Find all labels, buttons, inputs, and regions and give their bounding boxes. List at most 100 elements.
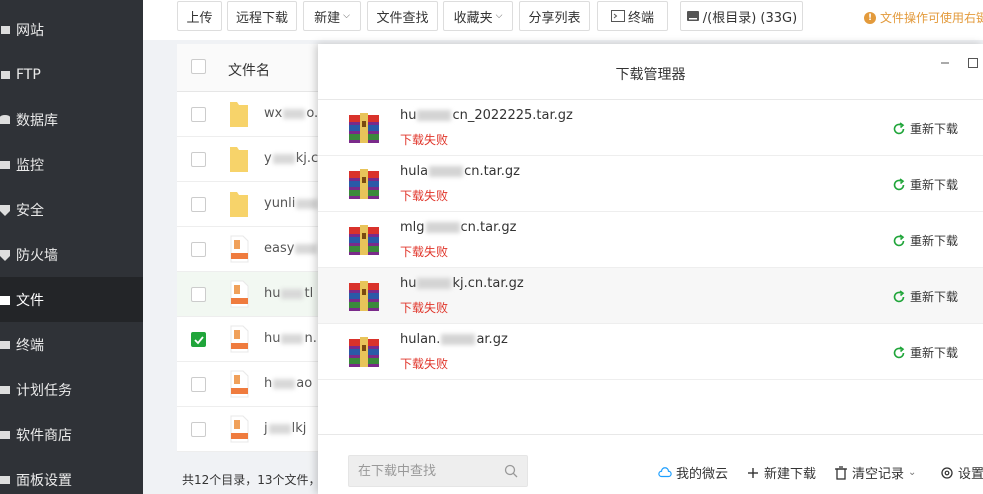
row-checkbox[interactable] (191, 152, 206, 167)
download-filename-start: hu (400, 276, 417, 291)
row-checkbox[interactable] (191, 332, 206, 347)
file-row[interactable]: hu tl (177, 272, 337, 317)
share-list-button[interactable]: 分享列表 (519, 1, 590, 31)
find-file-button[interactable]: 文件查找 (367, 1, 438, 31)
archive-icon (347, 167, 381, 201)
archive-icon (347, 335, 381, 369)
sidebar-item-website[interactable]: 网站 (0, 7, 143, 52)
redacted-text (268, 423, 291, 434)
download-manager-panel: 下载管理器 hu cn_2022225.tar.gz 下载失败 重新下载 hula cn.… (318, 44, 983, 494)
row-checkbox[interactable] (191, 197, 206, 212)
archive-file-icon (229, 370, 249, 398)
new-download-button[interactable]: 新建下载 (746, 463, 816, 482)
disk-icon (686, 9, 700, 23)
file-name[interactable]: y kj.c (264, 151, 318, 166)
redownload-button[interactable]: 重新下载 (892, 232, 958, 249)
download-search (348, 455, 528, 487)
download-manager-title: 下载管理器 (615, 67, 686, 83)
sidebar-item-store[interactable]: 软件商店 (0, 412, 143, 457)
settings-button[interactable]: 设置 (940, 463, 983, 482)
file-row[interactable]: hun.lczl (177, 317, 338, 362)
file-list: 文件名 wxo.lczl ykj.c yunlit easylkj hutl hun.lc… (177, 44, 339, 452)
monitor-icon (0, 158, 10, 172)
file-row[interactable]: wxo.lczl (177, 92, 339, 137)
store-icon (0, 428, 10, 442)
redacted-text (429, 166, 464, 177)
sidebar-item-files[interactable]: 文件 (0, 277, 143, 322)
file-list-header: 文件名 (177, 44, 337, 92)
terminal-label: 终端 (627, 10, 654, 26)
download-status: 下载失败 (400, 189, 449, 203)
file-row[interactable]: y kj.c (177, 137, 337, 182)
archive-file-icon (229, 280, 249, 308)
redownload-button[interactable]: 重新下载 (892, 288, 958, 305)
my-cloud-button[interactable]: 我的微云 (658, 463, 728, 482)
remote-download-label: 远程下载 (235, 10, 288, 26)
redownload-label: 重新下载 (910, 234, 959, 248)
download-status: 下载失败 (400, 357, 449, 371)
sidebar-item-firewall[interactable]: 防火墙 (0, 232, 143, 277)
file-name-start: hu (264, 286, 281, 301)
upload-button[interactable]: 上传 (177, 1, 222, 31)
row-checkbox[interactable] (191, 107, 206, 122)
file-row[interactable]: yunlit (177, 182, 337, 227)
download-item[interactable]: hulan. ar.gz 下载失败 重新下载 (318, 324, 983, 380)
sidebar-item-settings[interactable]: 面板设置 (0, 457, 143, 494)
file-name[interactable]: j lkj (264, 421, 306, 436)
redacted-text (296, 198, 319, 209)
archive-file-icon (229, 325, 249, 353)
folder-icon (229, 145, 249, 173)
redownload-label: 重新下载 (910, 346, 959, 360)
website-icon (0, 23, 10, 37)
row-checkbox[interactable] (191, 242, 206, 257)
sidebar-item-monitor[interactable]: 监控 (0, 142, 143, 187)
select-all-checkbox[interactable] (191, 59, 206, 74)
sidebar-item-ftp[interactable]: FTP (0, 52, 143, 97)
share-list-label: 分享列表 (528, 10, 581, 26)
file-name[interactable]: h ao (264, 376, 312, 391)
sidebar-item-terminal[interactable]: 终端 (0, 322, 143, 367)
sidebar-item-security[interactable]: 安全 (0, 187, 143, 232)
clear-records-label: 清空记录 (852, 467, 905, 482)
cloud-icon (658, 466, 672, 477)
search-icon[interactable] (504, 464, 518, 478)
archive-icon (347, 223, 381, 257)
file-row[interactable]: easylkj (177, 227, 337, 272)
gear-icon (0, 473, 10, 487)
reload-icon (892, 233, 906, 248)
redownload-button[interactable]: 重新下载 (892, 344, 958, 361)
file-name[interactable]: yunlit (264, 196, 325, 211)
favorites-dropdown-button[interactable]: 收藏夹 ⌵ (443, 1, 513, 31)
file-name[interactable]: hu tl (264, 286, 313, 301)
remote-download-button[interactable]: 远程下载 (227, 1, 297, 31)
disk-button[interactable]: /(根目录) (33G) (680, 1, 803, 31)
row-checkbox[interactable] (191, 377, 206, 392)
download-item[interactable]: hu cn_2022225.tar.gz 下载失败 重新下载 (318, 100, 983, 156)
sidebar-item-cron[interactable]: 计划任务 (0, 367, 143, 412)
download-item[interactable]: hu kj.cn.tar.gz 下载失败 重新下载 (318, 268, 983, 324)
row-checkbox[interactable] (191, 287, 206, 302)
file-name-end: ao (296, 376, 313, 391)
redownload-button[interactable]: 重新下载 (892, 120, 958, 137)
firewall-icon (0, 248, 10, 262)
download-search-input[interactable] (358, 456, 498, 486)
sidebar-item-label: 防火墙 (16, 247, 58, 264)
reload-icon (892, 289, 906, 304)
terminal-button[interactable]: 终端 (597, 1, 668, 31)
file-name-start: hu (264, 331, 281, 346)
new-download-label: 新建下载 (764, 467, 817, 482)
sidebar-item-database[interactable]: 数据库 (0, 97, 143, 142)
reload-icon (892, 121, 906, 136)
file-row[interactable]: j lkj (177, 407, 337, 452)
minimize-icon[interactable] (938, 56, 952, 70)
sidebar-item-label: 数据库 (16, 112, 58, 129)
download-item[interactable]: hula cn.tar.gz 下载失败 重新下载 (318, 156, 983, 212)
download-filename: mlg cn.tar.gz (400, 220, 516, 235)
row-checkbox[interactable] (191, 422, 206, 437)
redownload-button[interactable]: 重新下载 (892, 176, 958, 193)
new-dropdown-button[interactable]: 新建 ⌵ (303, 1, 361, 31)
download-item[interactable]: mlg cn.tar.gz 下载失败 重新下载 (318, 212, 983, 268)
maximize-icon[interactable] (966, 56, 980, 70)
clear-records-button[interactable]: 清空记录 ⌄ (834, 463, 916, 482)
file-row[interactable]: h ao (177, 362, 337, 407)
